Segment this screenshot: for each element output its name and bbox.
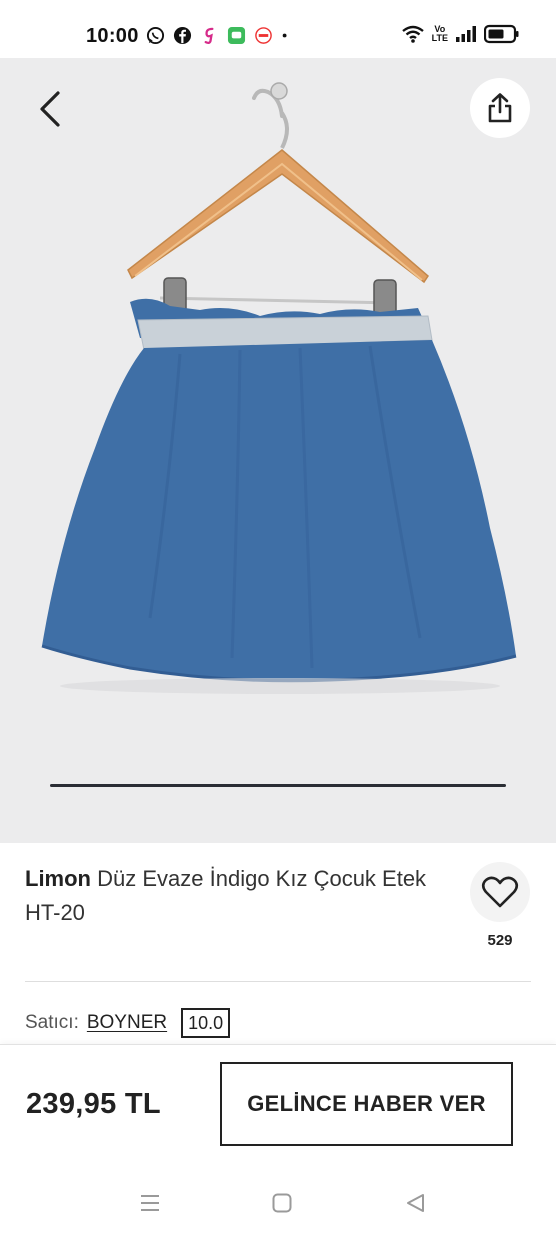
back-button[interactable] [24,84,74,134]
app-badge-icon [255,27,272,44]
back-triangle-icon [407,1194,424,1212]
wifi-icon [401,25,424,43]
seller-link[interactable]: BOYNER [87,1012,167,1034]
system-back-button[interactable] [400,1188,430,1218]
notify-when-available-button[interactable]: GELİNCE HABER VER [220,1062,513,1146]
share-icon [488,93,512,123]
signal-icon [456,26,476,42]
home-icon [272,1193,292,1213]
brand-name[interactable]: Limon [25,866,91,891]
hanger-bar [159,296,396,305]
favorite-count: 529 [487,932,513,949]
product-title: Limon Düz Evaze İndigo Kız Çocuk Etek HT… [25,862,445,930]
battery-icon [484,24,519,44]
product-image[interactable] [0,58,556,843]
hanger-hook-ball [270,82,288,100]
heart-icon [481,876,519,908]
chevron-left-icon [40,91,60,127]
home-button[interactable] [267,1188,297,1218]
hanger-highlight [134,162,423,281]
seller-label: Satıcı: [25,1012,79,1033]
status-time: 10:00 [86,25,139,47]
volte-icon: Vo LTE [432,25,448,43]
whatsapp-icon [146,26,165,45]
hanger-wood [127,149,429,284]
hanger-hook-neck [280,111,289,149]
dot-icon [282,33,287,38]
share-button[interactable] [470,78,530,138]
volte-line2: LTE [431,33,448,43]
system-status-icons: Vo LTE [401,24,520,44]
facebook-icon [173,26,192,45]
app-g-icon [204,27,214,45]
divider [25,981,531,982]
skirt-photo [41,82,517,694]
seller-score-badge: 10.0 [181,1008,231,1038]
skirt-body [42,340,516,681]
price: 239,95 TL [26,1088,161,1120]
messages-icon [227,26,246,45]
notification-icons [146,26,293,45]
gallery-indicator [50,784,506,787]
seller-row: Satıcı: BOYNER 10.0 [25,1008,231,1038]
recent-apps-button[interactable] [135,1188,165,1218]
recent-apps-icon [141,1195,159,1211]
favorite-button[interactable] [470,862,530,922]
